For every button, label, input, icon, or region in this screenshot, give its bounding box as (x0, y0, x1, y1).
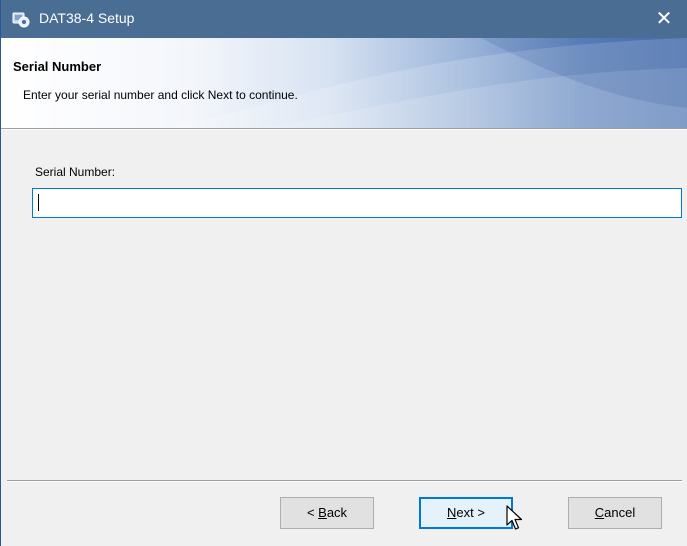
cancel-button[interactable]: Cancel (568, 497, 662, 529)
banner-swoosh-graphic (171, 38, 687, 128)
header-banner: Serial Number Enter your serial number a… (1, 38, 687, 128)
header-divider-highlight (1, 129, 687, 130)
window-title: DAT38-4 Setup (39, 10, 135, 26)
setup-app-icon (12, 12, 30, 28)
serial-number-label: Serial Number: (35, 165, 116, 179)
title-bar[interactable]: DAT38-4 Setup ✕ (1, 0, 687, 38)
back-button-label: ack (326, 505, 348, 520)
next-button[interactable]: Next > (419, 497, 513, 529)
page-instructions: Enter your serial number and click Next … (23, 88, 298, 102)
text-caret (38, 194, 39, 211)
next-button-mnemonic: N (447, 505, 457, 520)
mouse-pointer-icon (506, 505, 523, 530)
setup-dialog: DAT38-4 Setup ✕ Serial Number Enter your… (0, 0, 687, 546)
serial-number-input[interactable] (32, 188, 682, 218)
page-title: Serial Number (13, 59, 102, 74)
cancel-button-mnemonic: C (594, 505, 605, 520)
footer-divider-highlight (7, 481, 682, 482)
back-button-mnemonic: B (318, 505, 327, 520)
back-button[interactable]: < Back (280, 497, 374, 529)
close-icon[interactable]: ✕ (641, 0, 687, 38)
next-button-label: ext > (456, 505, 485, 520)
back-button-prefix: < (306, 505, 319, 520)
cancel-button-label: ancel (604, 505, 636, 520)
